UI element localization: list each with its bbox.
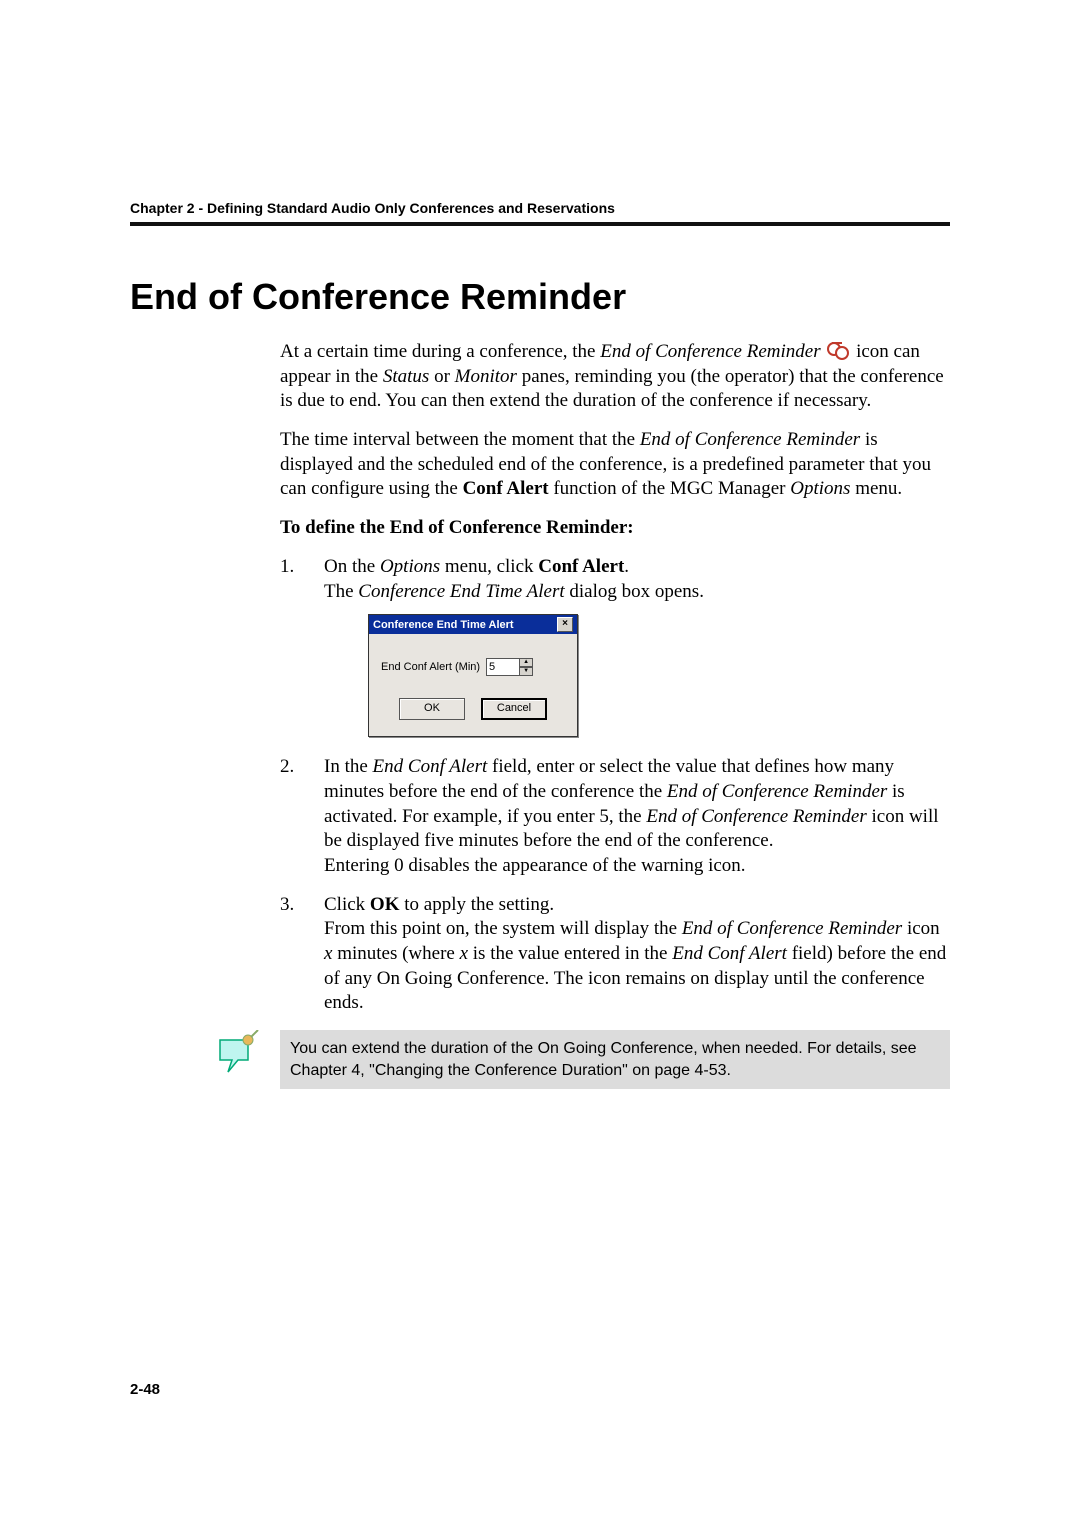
- term-end-of-conference-reminder: End of Conference Reminder: [667, 781, 887, 802]
- procedure-heading: To define the End of Conference Reminder…: [280, 516, 950, 541]
- term-end-of-conference-reminder: End of Conference Reminder: [640, 429, 860, 450]
- text: function of the MGC Manager: [549, 478, 791, 499]
- var-x: x: [460, 943, 468, 964]
- page: Chapter 2 - Defining Standard Audio Only…: [0, 0, 1080, 1528]
- text: Entering 0 disables the appearance of th…: [324, 855, 746, 876]
- spinner-down-icon[interactable]: ▼: [519, 667, 533, 676]
- note-callout: You can extend the duration of the On Go…: [214, 1030, 950, 1089]
- intro-paragraph: At a certain time during a conference, t…: [280, 340, 950, 414]
- text: Click: [324, 894, 370, 915]
- section-title: End of Conference Reminder: [130, 276, 950, 318]
- header-rule: [130, 222, 950, 226]
- dialog-body: End Conf Alert (Min) 5 ▲ ▼ OK: [369, 634, 577, 736]
- interval-paragraph: The time interval between the moment tha…: [280, 428, 950, 502]
- term-ok: OK: [370, 894, 400, 915]
- text: At a certain time during a conference, t…: [280, 341, 600, 362]
- text: The time interval between the moment tha…: [280, 429, 640, 450]
- term-end-of-conference-reminder: End of Conference Reminder: [646, 806, 866, 827]
- text: is the value entered in the: [468, 943, 672, 964]
- content-area: At a certain time during a conference, t…: [280, 340, 950, 1089]
- end-conf-alert-spinner[interactable]: 5 ▲ ▼: [486, 658, 533, 676]
- term-end-conf-alert: End Conf Alert: [373, 756, 488, 777]
- procedure-steps: On the Options menu, click Conf Alert. T…: [280, 555, 950, 1016]
- term-options: Options: [790, 478, 850, 499]
- step-1: On the Options menu, click Conf Alert. T…: [280, 555, 950, 737]
- term-monitor: Monitor: [455, 366, 517, 387]
- end-conf-alert-row: End Conf Alert (Min) 5 ▲ ▼: [381, 658, 565, 676]
- end-conf-alert-label: End Conf Alert (Min): [381, 660, 480, 674]
- term-conf-alert: Conf Alert: [463, 478, 549, 499]
- spinner-arrows[interactable]: ▲ ▼: [519, 658, 533, 676]
- chapter-header: Chapter 2 - Defining Standard Audio Only…: [130, 200, 950, 222]
- page-number: 2-48: [130, 1381, 160, 1398]
- text: icon: [902, 918, 939, 939]
- text: menu.: [850, 478, 902, 499]
- end-conf-alert-value[interactable]: 5: [486, 658, 519, 676]
- dialog-button-row: OK Cancel: [381, 698, 565, 720]
- text: dialog box opens.: [565, 581, 704, 602]
- spinner-up-icon[interactable]: ▲: [519, 658, 533, 667]
- text: On the: [324, 556, 380, 577]
- ok-button[interactable]: OK: [399, 698, 465, 720]
- text: to apply the setting.: [399, 894, 554, 915]
- end-of-conference-reminder-icon: [825, 342, 851, 364]
- term-end-of-conference-reminder: End of Conference Reminder: [600, 341, 820, 362]
- term-end-conf-alert: End Conf Alert: [672, 943, 787, 964]
- text: The: [324, 581, 358, 602]
- dialog-titlebar: Conference End Time Alert ×: [369, 615, 577, 634]
- term-status: Status: [383, 366, 429, 387]
- text: minutes (where: [332, 943, 459, 964]
- dialog-title: Conference End Time Alert: [373, 618, 514, 632]
- term-end-of-conference-reminder: End of Conference Reminder: [682, 918, 902, 939]
- note-text: You can extend the duration of the On Go…: [280, 1030, 950, 1089]
- step-2: In the End Conf Alert field, enter or se…: [280, 755, 950, 878]
- close-icon[interactable]: ×: [557, 617, 573, 632]
- text: From this point on, the system will disp…: [324, 918, 682, 939]
- step-3: Click OK to apply the setting. From this…: [280, 893, 950, 1016]
- text: menu, click: [440, 556, 538, 577]
- text: In the: [324, 756, 373, 777]
- term-conf-alert: Conf Alert: [538, 556, 624, 577]
- conference-end-time-alert-dialog: Conference End Time Alert × End Conf Ale…: [368, 614, 578, 737]
- note-icon: [214, 1030, 262, 1078]
- cancel-button[interactable]: Cancel: [481, 698, 547, 720]
- text: or: [429, 366, 454, 387]
- term-options: Options: [380, 556, 440, 577]
- text: .: [624, 556, 629, 577]
- term-conference-end-time-alert: Conference End Time Alert: [358, 581, 564, 602]
